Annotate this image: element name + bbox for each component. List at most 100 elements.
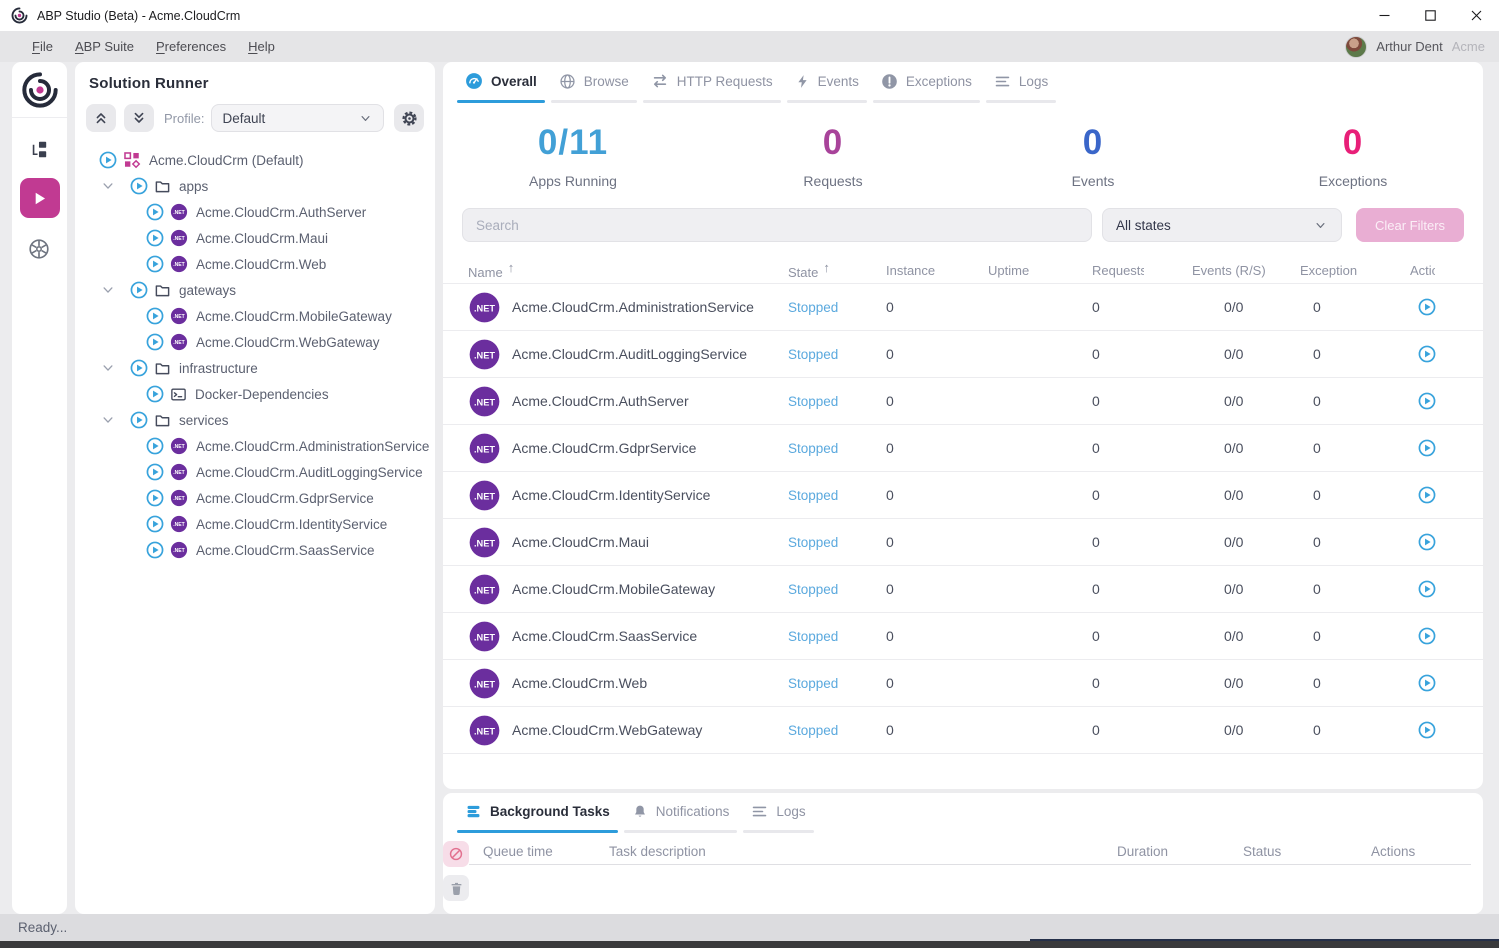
service-state: Stopped	[788, 535, 886, 550]
tree-item-label: Acme.CloudCrm.AuthServer	[196, 205, 366, 220]
tree-item[interactable]: .NETAcme.CloudCrm.WebGateway	[75, 329, 435, 355]
start-service-button[interactable]	[1416, 625, 1438, 647]
tree-item[interactable]: .NETAcme.CloudCrm.IdentityService	[75, 511, 435, 537]
tasks-column-duration: Duration	[1117, 844, 1243, 859]
lines-icon	[751, 803, 768, 820]
menu-abp-suite[interactable]: ABP Suite	[65, 35, 144, 58]
service-events: 0/0	[1192, 581, 1300, 597]
collapse-all-button[interactable]	[86, 104, 116, 132]
run-node-icon	[146, 541, 164, 559]
solution-explorer-button[interactable]	[20, 132, 58, 166]
tree-item[interactable]: Docker-Dependencies	[75, 381, 435, 407]
tree-item[interactable]: .NETAcme.CloudCrm.SaasService	[75, 537, 435, 563]
play-circle-icon	[1418, 486, 1436, 504]
tab-label: Exceptions	[906, 74, 972, 89]
sort-asc-icon: ↑	[508, 260, 515, 275]
bottom-tab-logs[interactable]: Logs	[743, 793, 813, 833]
tree-item[interactable]: .NETAcme.CloudCrm.AuthServer	[75, 199, 435, 225]
tree-item[interactable]: .NETAcme.CloudCrm.MobileGateway	[75, 303, 435, 329]
tab-http-requests[interactable]: HTTP Requests	[643, 62, 781, 103]
clear-filters-button[interactable]: Clear Filters	[1356, 208, 1464, 242]
start-service-button[interactable]	[1416, 672, 1438, 694]
start-service-button[interactable]	[1416, 484, 1438, 506]
menu-preferences[interactable]: Preferences	[146, 35, 236, 58]
search-input[interactable]	[462, 208, 1092, 242]
menu-help[interactable]: Help	[238, 35, 285, 58]
clear-tasks-button[interactable]	[443, 875, 469, 901]
tree-item[interactable]: .NETAcme.CloudCrm.Maui	[75, 225, 435, 251]
start-service-button[interactable]	[1416, 437, 1438, 459]
profile-select[interactable]: Default	[211, 104, 384, 132]
tree-item-label: Acme.CloudCrm.Maui	[196, 231, 328, 246]
start-service-button[interactable]	[1416, 343, 1438, 365]
cancel-tasks-button[interactable]	[443, 841, 469, 867]
run-node-icon	[146, 437, 164, 455]
tab-label: Events	[818, 74, 859, 89]
close-button[interactable]	[1453, 0, 1499, 31]
column-header-name[interactable]: Name↑	[468, 260, 788, 279]
expand-all-button[interactable]	[124, 104, 154, 132]
tree-item[interactable]: .NETAcme.CloudCrm.Web	[75, 251, 435, 277]
service-name: Acme.CloudCrm.SaasService	[512, 628, 697, 644]
service-state: Stopped	[788, 300, 886, 315]
menu-file[interactable]: File	[22, 35, 63, 58]
tree-item[interactable]: .NETAcme.CloudCrm.AuditLoggingService	[75, 459, 435, 485]
svg-text:.NET: .NET	[474, 632, 495, 642]
tree-item[interactable]: apps	[75, 173, 435, 199]
bottom-tab-notifications[interactable]: Notifications	[624, 793, 738, 833]
start-service-button[interactable]	[1416, 296, 1438, 318]
tab-exceptions[interactable]: Exceptions	[873, 62, 980, 103]
dotnet-icon: .NET	[170, 489, 188, 507]
sort-asc-icon: ↑	[823, 260, 830, 275]
status-text: Ready...	[18, 920, 67, 935]
tree-expander-icon	[101, 283, 115, 297]
runner-settings-button[interactable]	[394, 104, 424, 132]
solution-runner-button[interactable]	[20, 178, 60, 218]
dotnet-icon: .NET	[468, 714, 501, 747]
tree-item[interactable]: Acme.CloudCrm (Default)	[75, 147, 435, 173]
play-circle-icon	[1418, 721, 1436, 739]
column-header-state[interactable]: State↑	[788, 260, 886, 279]
svg-text:.NET: .NET	[173, 444, 185, 450]
user-avatar[interactable]	[1345, 36, 1367, 58]
state-filter-select[interactable]: All states	[1102, 208, 1342, 242]
tab-overall[interactable]: Overall	[457, 62, 545, 103]
tree-item[interactable]: infrastructure	[75, 355, 435, 381]
svg-text:.NET: .NET	[474, 303, 495, 313]
svg-text:.NET: .NET	[474, 726, 495, 736]
run-node-icon	[146, 203, 164, 221]
bottom-tab-background-tasks[interactable]: Background Tasks	[457, 793, 618, 833]
play-circle-icon	[1418, 392, 1436, 410]
service-events: 0/0	[1192, 299, 1300, 315]
tasks-table-header: Queue timeTask descriptionDurationStatus…	[469, 839, 1471, 865]
chevron-down-icon	[358, 111, 373, 126]
tab-label: Logs	[1019, 74, 1048, 89]
tab-events[interactable]: Events	[787, 62, 867, 103]
start-service-button[interactable]	[1416, 719, 1438, 741]
minimize-button[interactable]	[1361, 0, 1407, 31]
play-circle-icon	[1418, 298, 1436, 316]
tab-logs[interactable]: Logs	[986, 62, 1056, 103]
run-node-icon	[130, 177, 148, 195]
tree-item[interactable]: .NETAcme.CloudCrm.AdministrationService	[75, 433, 435, 459]
kubernetes-button[interactable]	[20, 232, 58, 266]
stat-events: 0Events	[963, 123, 1223, 189]
tree-item[interactable]: .NETAcme.CloudCrm.GdprService	[75, 485, 435, 511]
svg-text:.NET: .NET	[474, 679, 495, 689]
start-service-button[interactable]	[1416, 578, 1438, 600]
play-circle-icon	[1418, 674, 1436, 692]
start-service-button[interactable]	[1416, 390, 1438, 412]
start-service-button[interactable]	[1416, 531, 1438, 553]
tree-item-label: infrastructure	[179, 361, 258, 376]
runner-toolbar: Profile: Default	[86, 104, 424, 132]
maximize-button[interactable]	[1407, 0, 1453, 31]
user-name[interactable]: Arthur Dent	[1376, 39, 1442, 54]
tasks-icon	[465, 803, 482, 820]
tree-item[interactable]: gateways	[75, 277, 435, 303]
play-circle-icon	[1418, 439, 1436, 457]
tab-browse[interactable]: Browse	[551, 62, 637, 103]
service-instance: 0	[886, 393, 988, 409]
service-requests: 0	[1092, 722, 1192, 738]
tree-item[interactable]: services	[75, 407, 435, 433]
service-exceptions: 0	[1300, 628, 1410, 644]
